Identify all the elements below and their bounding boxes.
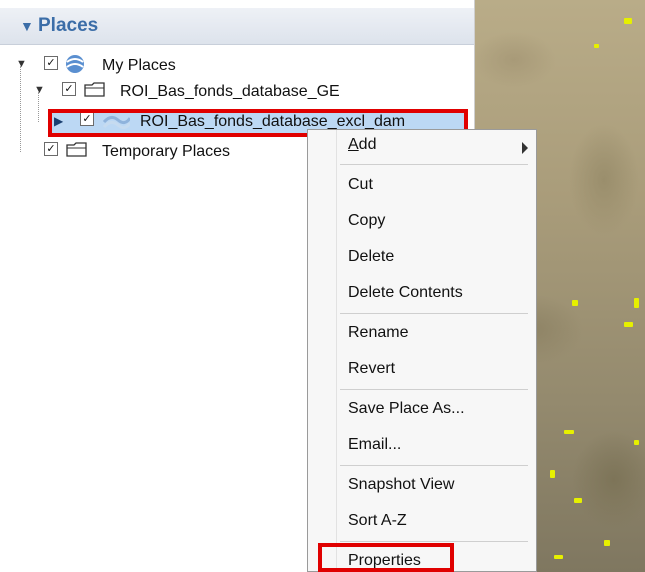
menu-item-copy[interactable]: Copy	[348, 212, 385, 230]
annotation-highlight-box	[318, 543, 454, 572]
map-feature	[572, 300, 578, 306]
menu-separator	[340, 164, 528, 165]
tree-item-label: My Places	[102, 57, 176, 74]
map-feature	[624, 322, 633, 327]
panel-title: Places	[38, 15, 99, 36]
menu-separator	[340, 313, 528, 314]
menu-separator	[340, 389, 528, 390]
menu-item-label: dd	[358, 136, 377, 153]
tree-item-label: Temporary Places	[102, 143, 231, 160]
tree-item-roi-database-ge[interactable]: ▼ ✓ ROI_Bas_fonds_database_GE	[0, 80, 400, 104]
map-feature	[634, 440, 639, 445]
map-feature	[594, 44, 599, 48]
checkbox[interactable]: ✓	[62, 82, 76, 96]
tree-item-label: ROI_Bas_fonds_database_GE	[120, 83, 340, 100]
menu-separator	[340, 465, 528, 466]
expand-arrow-icon[interactable]: ▼	[34, 84, 45, 96]
menu-item-accelerator: A	[348, 136, 359, 153]
map-feature	[554, 555, 563, 559]
map-feature	[624, 18, 632, 24]
map-feature	[604, 540, 610, 546]
menu-item-save-place-as[interactable]: Save Place As...	[348, 400, 465, 418]
map-feature	[550, 470, 555, 478]
map-feature	[564, 430, 574, 434]
menu-item-rename[interactable]: Rename	[348, 324, 408, 342]
map-feature	[634, 298, 639, 308]
menu-icon-gutter	[336, 130, 337, 571]
submenu-arrow-icon	[522, 142, 528, 154]
places-header[interactable]: ▼ Places	[0, 8, 474, 45]
menu-item-email[interactable]: Email...	[348, 436, 401, 454]
context-menu: Add Cut Copy Delete Delete Contents Rena…	[307, 129, 537, 572]
folder-icon	[66, 141, 88, 164]
menu-item-sort-a-z[interactable]: Sort A-Z	[348, 512, 407, 530]
checkbox[interactable]: ✓	[44, 142, 58, 156]
menu-item-snapshot-view[interactable]: Snapshot View	[348, 476, 454, 494]
menu-item-delete[interactable]: Delete	[348, 248, 394, 266]
menu-item-delete-contents[interactable]: Delete Contents	[348, 284, 463, 302]
earth-places-icon	[64, 54, 86, 79]
checkbox[interactable]: ✓	[44, 56, 58, 70]
menu-item-cut[interactable]: Cut	[348, 176, 373, 194]
map-feature	[574, 498, 582, 503]
expand-arrow-icon[interactable]: ▼	[16, 58, 27, 70]
menu-item-add[interactable]: Add	[348, 136, 528, 160]
collapse-triangle-icon[interactable]: ▼	[20, 18, 34, 34]
menu-separator	[340, 541, 528, 542]
tree-item-temporary-places[interactable]: ✓ Temporary Places	[0, 140, 300, 164]
folder-icon	[84, 81, 106, 104]
tree-item-my-places[interactable]: ▼ ✓ My Places	[0, 54, 300, 78]
menu-item-revert[interactable]: Revert	[348, 360, 395, 378]
